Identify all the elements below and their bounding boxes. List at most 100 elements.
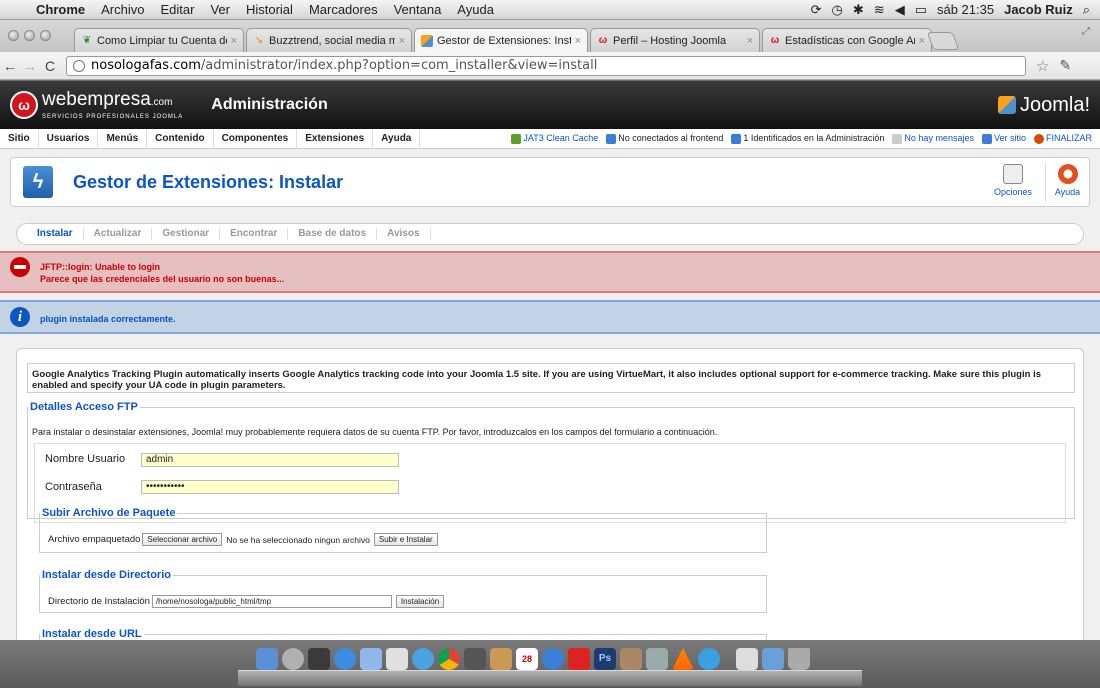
close-tab-icon[interactable]: × [399,35,405,47]
menu-ver[interactable]: Ver [202,2,238,17]
upload-install-button[interactable]: Subir e Instalar [373,533,438,546]
back-icon[interactable]: ← [0,58,20,74]
address-bar[interactable]: nosologafas.com/administrator/index.php?… [66,55,1026,76]
ftp-user-label: Nombre Usuario [45,453,126,465]
menu-editar[interactable]: Editar [152,2,202,17]
downloads-folder-icon[interactable] [762,648,784,670]
menu-componentes[interactable]: Componentes [214,128,298,149]
page-icon [73,59,85,72]
menu-contenido[interactable]: Contenido [147,128,214,149]
preview-icon[interactable] [386,648,408,670]
tab-encontrar[interactable]: Encontrar [220,228,289,240]
menu-ayuda[interactable]: Ayuda [449,2,502,17]
mail-app-icon[interactable] [360,648,382,670]
bluetooth-icon[interactable]: ✱ [853,2,864,18]
image-capture-icon[interactable] [620,648,642,670]
close-window-icon[interactable] [8,30,19,41]
close-tab-icon[interactable]: × [747,35,753,47]
tab-4[interactable]: ω Perfil – Hosting Joomla × [590,28,760,52]
lightning-icon: ϟ [23,166,53,198]
wifi-icon[interactable]: ≋ [874,2,885,18]
mission-control-icon[interactable] [308,648,330,670]
calendar-icon[interactable]: 28 [516,648,538,670]
menu-archivo[interactable]: Archivo [93,2,152,17]
chrome-icon[interactable] [438,648,460,670]
documents-stack-icon[interactable] [736,648,758,670]
webempresa-icon: ω [598,34,608,46]
bookmark-star-icon[interactable]: ☆ [1036,57,1049,75]
zoom-window-icon[interactable] [40,30,51,41]
reload-icon[interactable]: C [40,58,60,74]
url-path: /administrator/index.php?option=com_inst… [200,58,598,73]
menu-usuarios[interactable]: Usuarios [39,128,99,149]
battery-icon[interactable]: ▭ [915,2,927,18]
teamviewer-icon[interactable] [698,648,720,670]
system-preferences-icon[interactable] [646,648,668,670]
tab-2[interactable]: ↘ Buzztrend, social media mar × [246,28,412,52]
dashboard-icon[interactable] [282,648,304,670]
options-button[interactable]: Opciones [991,162,1035,202]
vlc-icon[interactable] [672,648,694,670]
directory-row: Directorio de Instalación /home/nosologa… [48,595,445,608]
menu-app[interactable]: Chrome [28,2,93,17]
clean-cache-link[interactable]: JAT3 Clean Cache [511,133,598,144]
time-machine-icon[interactable]: ◷ [832,2,843,18]
fullscreen-icon[interactable]: ⤢ [1082,26,1090,37]
menu-sitio[interactable]: Sitio [0,128,39,149]
itunes-icon[interactable] [542,648,564,670]
tab-5[interactable]: ω Estadísticas con Google Ana × [762,28,932,52]
clock[interactable]: sáb 21:35 [937,2,994,17]
help-button[interactable]: Ayuda [1045,162,1089,202]
directory-install-button[interactable]: Instalación [395,595,445,608]
directory-input[interactable]: /home/nosologa/public_html/tmp [151,595,392,608]
ftp-user-input[interactable]: admin [141,453,399,467]
view-site-link[interactable]: Ver sitio [981,133,1026,144]
wrench-icon[interactable]: ✎ [1059,57,1071,74]
tab-avisos[interactable]: Avisos [377,228,431,240]
toolbar-box: ϟ Gestor de Extensiones: Instalar Opcion… [10,157,1090,207]
error-message: JFTP::login: Unable to login Parece que … [0,251,1100,293]
facetime-icon[interactable] [464,648,486,670]
photo-booth-icon[interactable] [568,648,590,670]
close-tab-icon[interactable]: × [575,35,581,47]
messages-link[interactable]: No hay mensajes [892,133,974,144]
plugin-description: Google Analytics Tracking Plugin automat… [27,363,1075,393]
logout-link[interactable]: FINALIZAR [1033,133,1092,144]
tab-actualizar[interactable]: Actualizar [84,228,153,240]
spotlight-icon[interactable]: ⌕ [1083,2,1090,18]
safari-icon[interactable] [412,648,434,670]
menu-menus[interactable]: Menús [98,128,148,149]
tab-1[interactable]: ❦ Como Limpiar tu Cuenta de × [74,28,244,52]
close-tab-icon[interactable]: × [919,35,925,47]
info-text: plugin instalada correctamente. [40,314,176,324]
menu-historial[interactable]: Historial [238,2,301,17]
ftp-pass-input[interactable]: ••••••••••• [141,480,399,494]
address-book-icon[interactable] [490,648,512,670]
sync-icon[interactable]: ⟳ [811,2,822,18]
upload-legend: Subir Archivo de Paquete [42,507,176,519]
tab-instalar[interactable]: Instalar [27,228,84,240]
forward-icon[interactable]: → [20,58,40,74]
frontend-label: No conectados al frontend [618,133,724,144]
ftp-note: Para instalar o desinstalar extensiones,… [32,427,718,437]
menu-extensiones[interactable]: Extensiones [297,128,374,149]
tab-gestionar[interactable]: Gestionar [152,228,221,240]
finder-icon[interactable] [256,648,278,670]
new-tab-button[interactable] [926,32,960,50]
menu-ventana[interactable]: Ventana [386,2,450,17]
menu-ayuda-joomla[interactable]: Ayuda [373,128,421,149]
admin-users-icon [731,133,742,144]
minimize-window-icon[interactable] [24,30,35,41]
close-tab-icon[interactable]: × [231,35,237,47]
volume-icon[interactable]: ◀ [895,2,905,18]
trash-icon[interactable] [788,648,810,670]
app-store-icon[interactable] [334,648,356,670]
tab-3-active[interactable]: Gestor de Extensiones: Insta × [414,28,588,52]
power-icon [1033,133,1044,144]
photoshop-icon[interactable]: Ps [594,648,616,670]
choose-file-button[interactable]: Seleccionar archivo [142,533,223,546]
tab-base-de-datos[interactable]: Base de datos [288,228,378,240]
menu-marcadores[interactable]: Marcadores [301,2,386,17]
user-name[interactable]: Jacob Ruiz [1004,2,1073,17]
directory-fieldset: Instalar desde Directorio Directorio de … [39,569,767,613]
